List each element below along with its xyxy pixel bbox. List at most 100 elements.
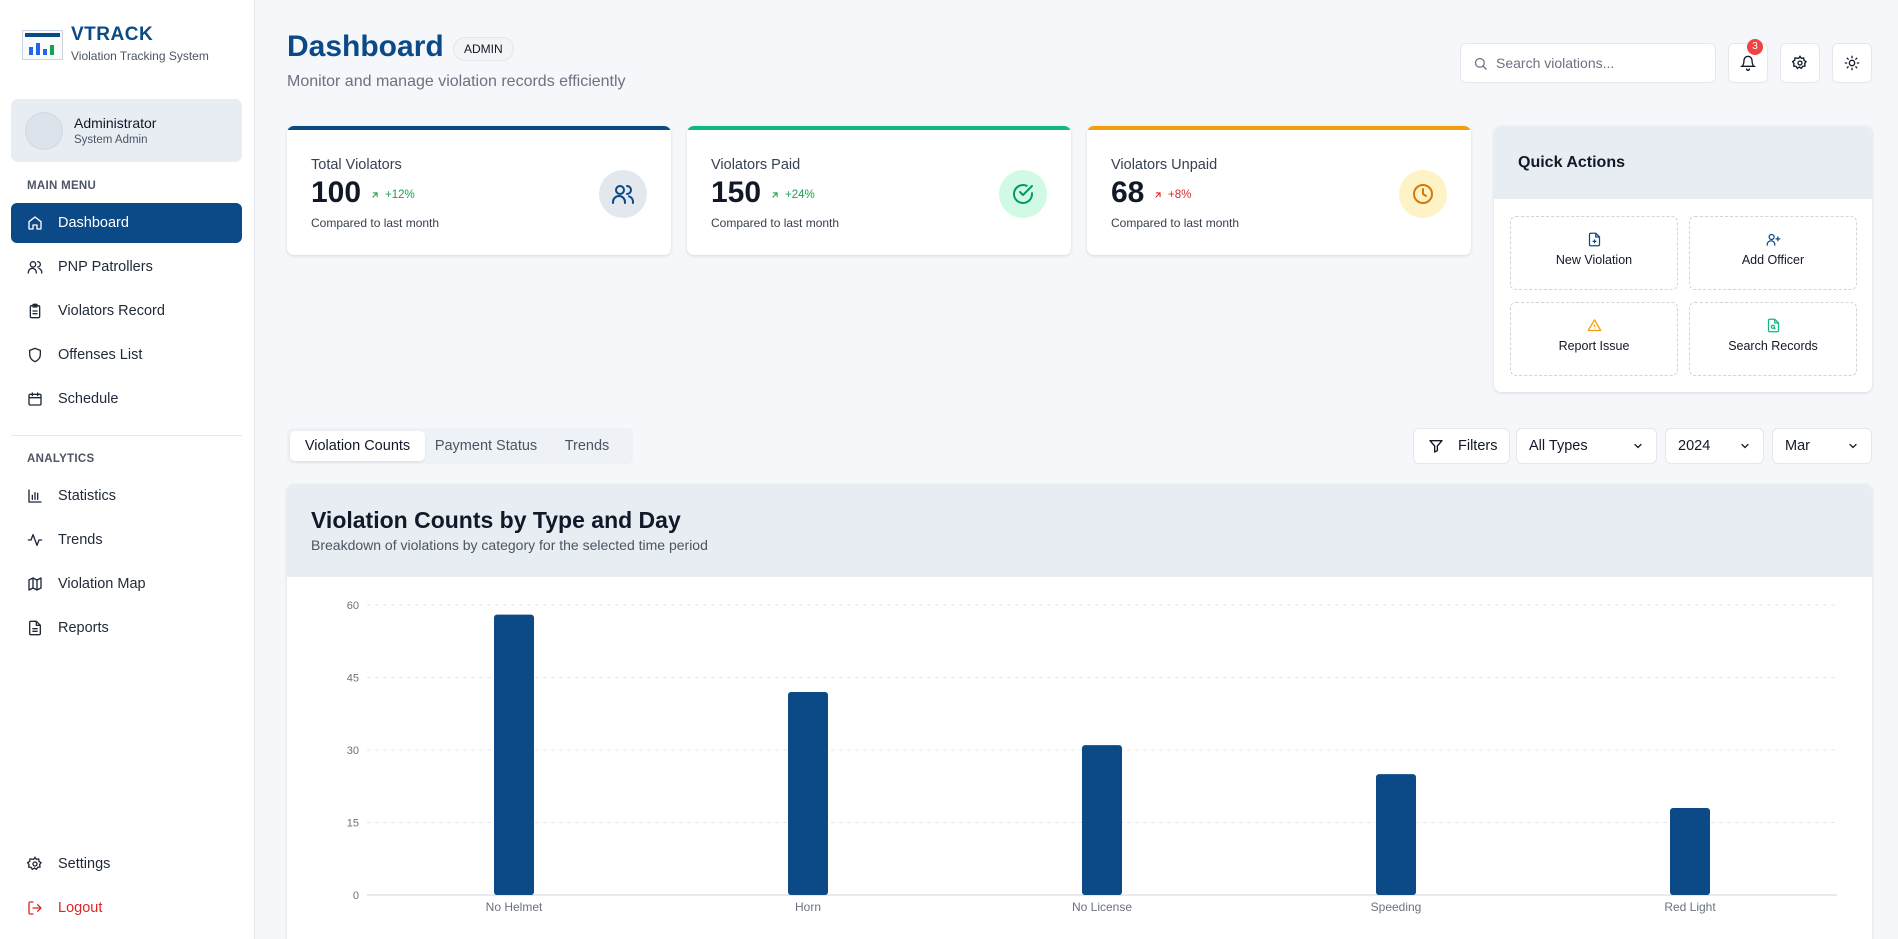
sun-icon <box>1844 55 1860 71</box>
sidebar-item-violation-map[interactable]: Violation Map <box>11 564 242 604</box>
sidebar-item-dashboard[interactable]: Dashboard <box>11 203 242 243</box>
chart-header: Violation Counts by Type and Day Breakdo… <box>287 484 1872 577</box>
search-icon <box>1474 57 1487 70</box>
sidebar-item-pnp-patrollers[interactable]: PNP Patrollers <box>11 247 242 287</box>
sidebar-item-settings[interactable]: Settings <box>11 844 242 884</box>
file-plus-icon <box>1588 232 1600 247</box>
page-subtitle: Monitor and manage violation records eff… <box>287 73 626 90</box>
sidebar-item-label: Offenses List <box>58 347 143 363</box>
bar-horn[interactable] <box>788 692 828 895</box>
tab-trends[interactable]: Trends <box>547 431 627 461</box>
stat-compare: Compared to last month <box>711 216 840 230</box>
stat-value: 100 <box>311 176 362 209</box>
violation-bar-chart: 0 15 30 45 60 No Helmet Horn No License Speeding… <box>347 600 1837 914</box>
activity-icon <box>27 532 43 548</box>
user-name: Administrator <box>74 115 157 131</box>
y-tick-label: 60 <box>347 600 359 612</box>
theme-toggle-button[interactable] <box>1832 43 1872 83</box>
chevron-down-icon <box>1849 443 1857 449</box>
stat-card-total-violators[interactable]: Total Violators 100 +12% Compared to las… <box>287 126 671 255</box>
chart-title: Violation Counts by Type and Day <box>311 507 681 533</box>
stat-trend: +8% <box>1153 189 1191 201</box>
settings-button[interactable] <box>1780 43 1820 83</box>
sidebar-item-label: Dashboard <box>58 215 129 231</box>
stat-label: Total Violators <box>311 157 402 173</box>
x-tick-label: Speeding <box>1371 900 1422 914</box>
stat-trend: +24% <box>770 189 815 201</box>
logout-button[interactable]: Logout <box>11 888 242 928</box>
clock-icon <box>1399 170 1447 218</box>
bar-red-light[interactable] <box>1670 808 1710 895</box>
sidebar-item-trends[interactable]: Trends <box>11 520 242 560</box>
check-circle-icon <box>999 170 1047 218</box>
y-tick-label: 30 <box>347 745 359 757</box>
search-records-button[interactable]: Search Records <box>1689 302 1857 376</box>
year-select[interactable]: 2024 <box>1665 428 1764 464</box>
x-tick-label: Red Light <box>1664 900 1716 914</box>
sidebar-divider <box>11 435 242 436</box>
map-icon <box>27 576 43 592</box>
bar-no-license[interactable] <box>1082 745 1122 895</box>
stat-card-violators-paid[interactable]: Violators Paid 150 +24% Compared to last… <box>687 126 1071 255</box>
quick-actions-title: Quick Actions <box>1494 126 1872 199</box>
add-officer-button[interactable]: Add Officer <box>1689 216 1857 290</box>
user-card[interactable]: Administrator System Admin <box>11 99 242 162</box>
notifications-button[interactable]: 3 <box>1728 39 1768 83</box>
sidebar-item-violators-record[interactable]: Violators Record <box>11 291 242 331</box>
brand-subtitle: Violation Tracking System <box>71 49 209 63</box>
search-input[interactable] <box>1496 55 1696 71</box>
arrow-up-right-icon <box>772 192 778 198</box>
alert-triangle-icon <box>1587 319 1601 332</box>
file-search-icon <box>1767 318 1779 333</box>
search-box[interactable] <box>1460 43 1716 83</box>
stat-compare: Compared to last month <box>1111 216 1240 230</box>
sidebar-item-label: Violation Map <box>58 576 146 592</box>
stat-card-violators-unpaid[interactable]: Violators Unpaid 68 +8% Compared to last… <box>1087 126 1471 255</box>
home-icon <box>27 215 43 231</box>
chart-card: Violation Counts by Type and Day Breakdo… <box>287 484 1872 939</box>
tab-violation-counts[interactable]: Violation Counts <box>290 431 425 461</box>
sidebar-item-label: Logout <box>58 900 103 916</box>
brand-title: VTRACK <box>71 24 154 45</box>
stat-label: Violators Paid <box>711 157 801 173</box>
stat-value: 150 <box>711 176 762 209</box>
tab-payment-status[interactable]: Payment Status <box>428 431 544 461</box>
type-select[interactable]: All Types <box>1516 428 1657 464</box>
month-select[interactable]: Mar <box>1772 428 1872 464</box>
avatar <box>25 112 63 150</box>
stat-value: 68 <box>1111 176 1145 209</box>
shield-icon <box>27 347 43 363</box>
user-plus-icon <box>1766 233 1780 246</box>
filter-icon <box>1429 440 1443 453</box>
new-violation-button[interactable]: New Violation <box>1510 216 1678 290</box>
card-accent <box>1087 126 1471 130</box>
arrow-up-right-icon <box>1155 192 1161 198</box>
stat-compare: Compared to last month <box>311 216 440 230</box>
sidebar-item-label: Violators Record <box>58 303 165 319</box>
bar-speeding[interactable] <box>1376 774 1416 895</box>
stat-label: Violators Unpaid <box>1111 157 1218 173</box>
brand[interactable]: VTRACK Violation Tracking System <box>22 24 209 63</box>
filters-button[interactable]: Filters <box>1413 428 1510 464</box>
users-icon <box>27 259 43 275</box>
report-issue-button[interactable]: Report Issue <box>1510 302 1678 376</box>
x-tick-label: No Helmet <box>486 900 543 914</box>
card-accent <box>287 126 671 130</box>
sidebar-item-offenses-list[interactable]: Offenses List <box>11 335 242 375</box>
role-badge: ADMIN <box>453 37 514 61</box>
bar-chart-icon <box>27 488 43 504</box>
sidebar-item-statistics[interactable]: Statistics <box>11 476 242 516</box>
page-title: Dashboard <box>287 30 444 63</box>
sidebar-item-label: Reports <box>58 620 109 636</box>
arrow-up-right-icon <box>372 192 378 198</box>
sidebar-item-schedule[interactable]: Schedule <box>11 379 242 419</box>
brand-logo <box>22 30 63 60</box>
y-tick-label: 15 <box>347 818 359 830</box>
file-text-icon <box>27 620 43 636</box>
bar-no-helmet[interactable] <box>494 614 534 895</box>
sidebar-item-reports[interactable]: Reports <box>11 608 242 648</box>
gear-icon <box>1792 55 1807 70</box>
chart-tabs: Violation Counts Payment Status Trends <box>287 428 633 464</box>
chart-subtitle: Breakdown of violations by category for … <box>311 537 708 553</box>
calendar-icon <box>27 391 43 407</box>
